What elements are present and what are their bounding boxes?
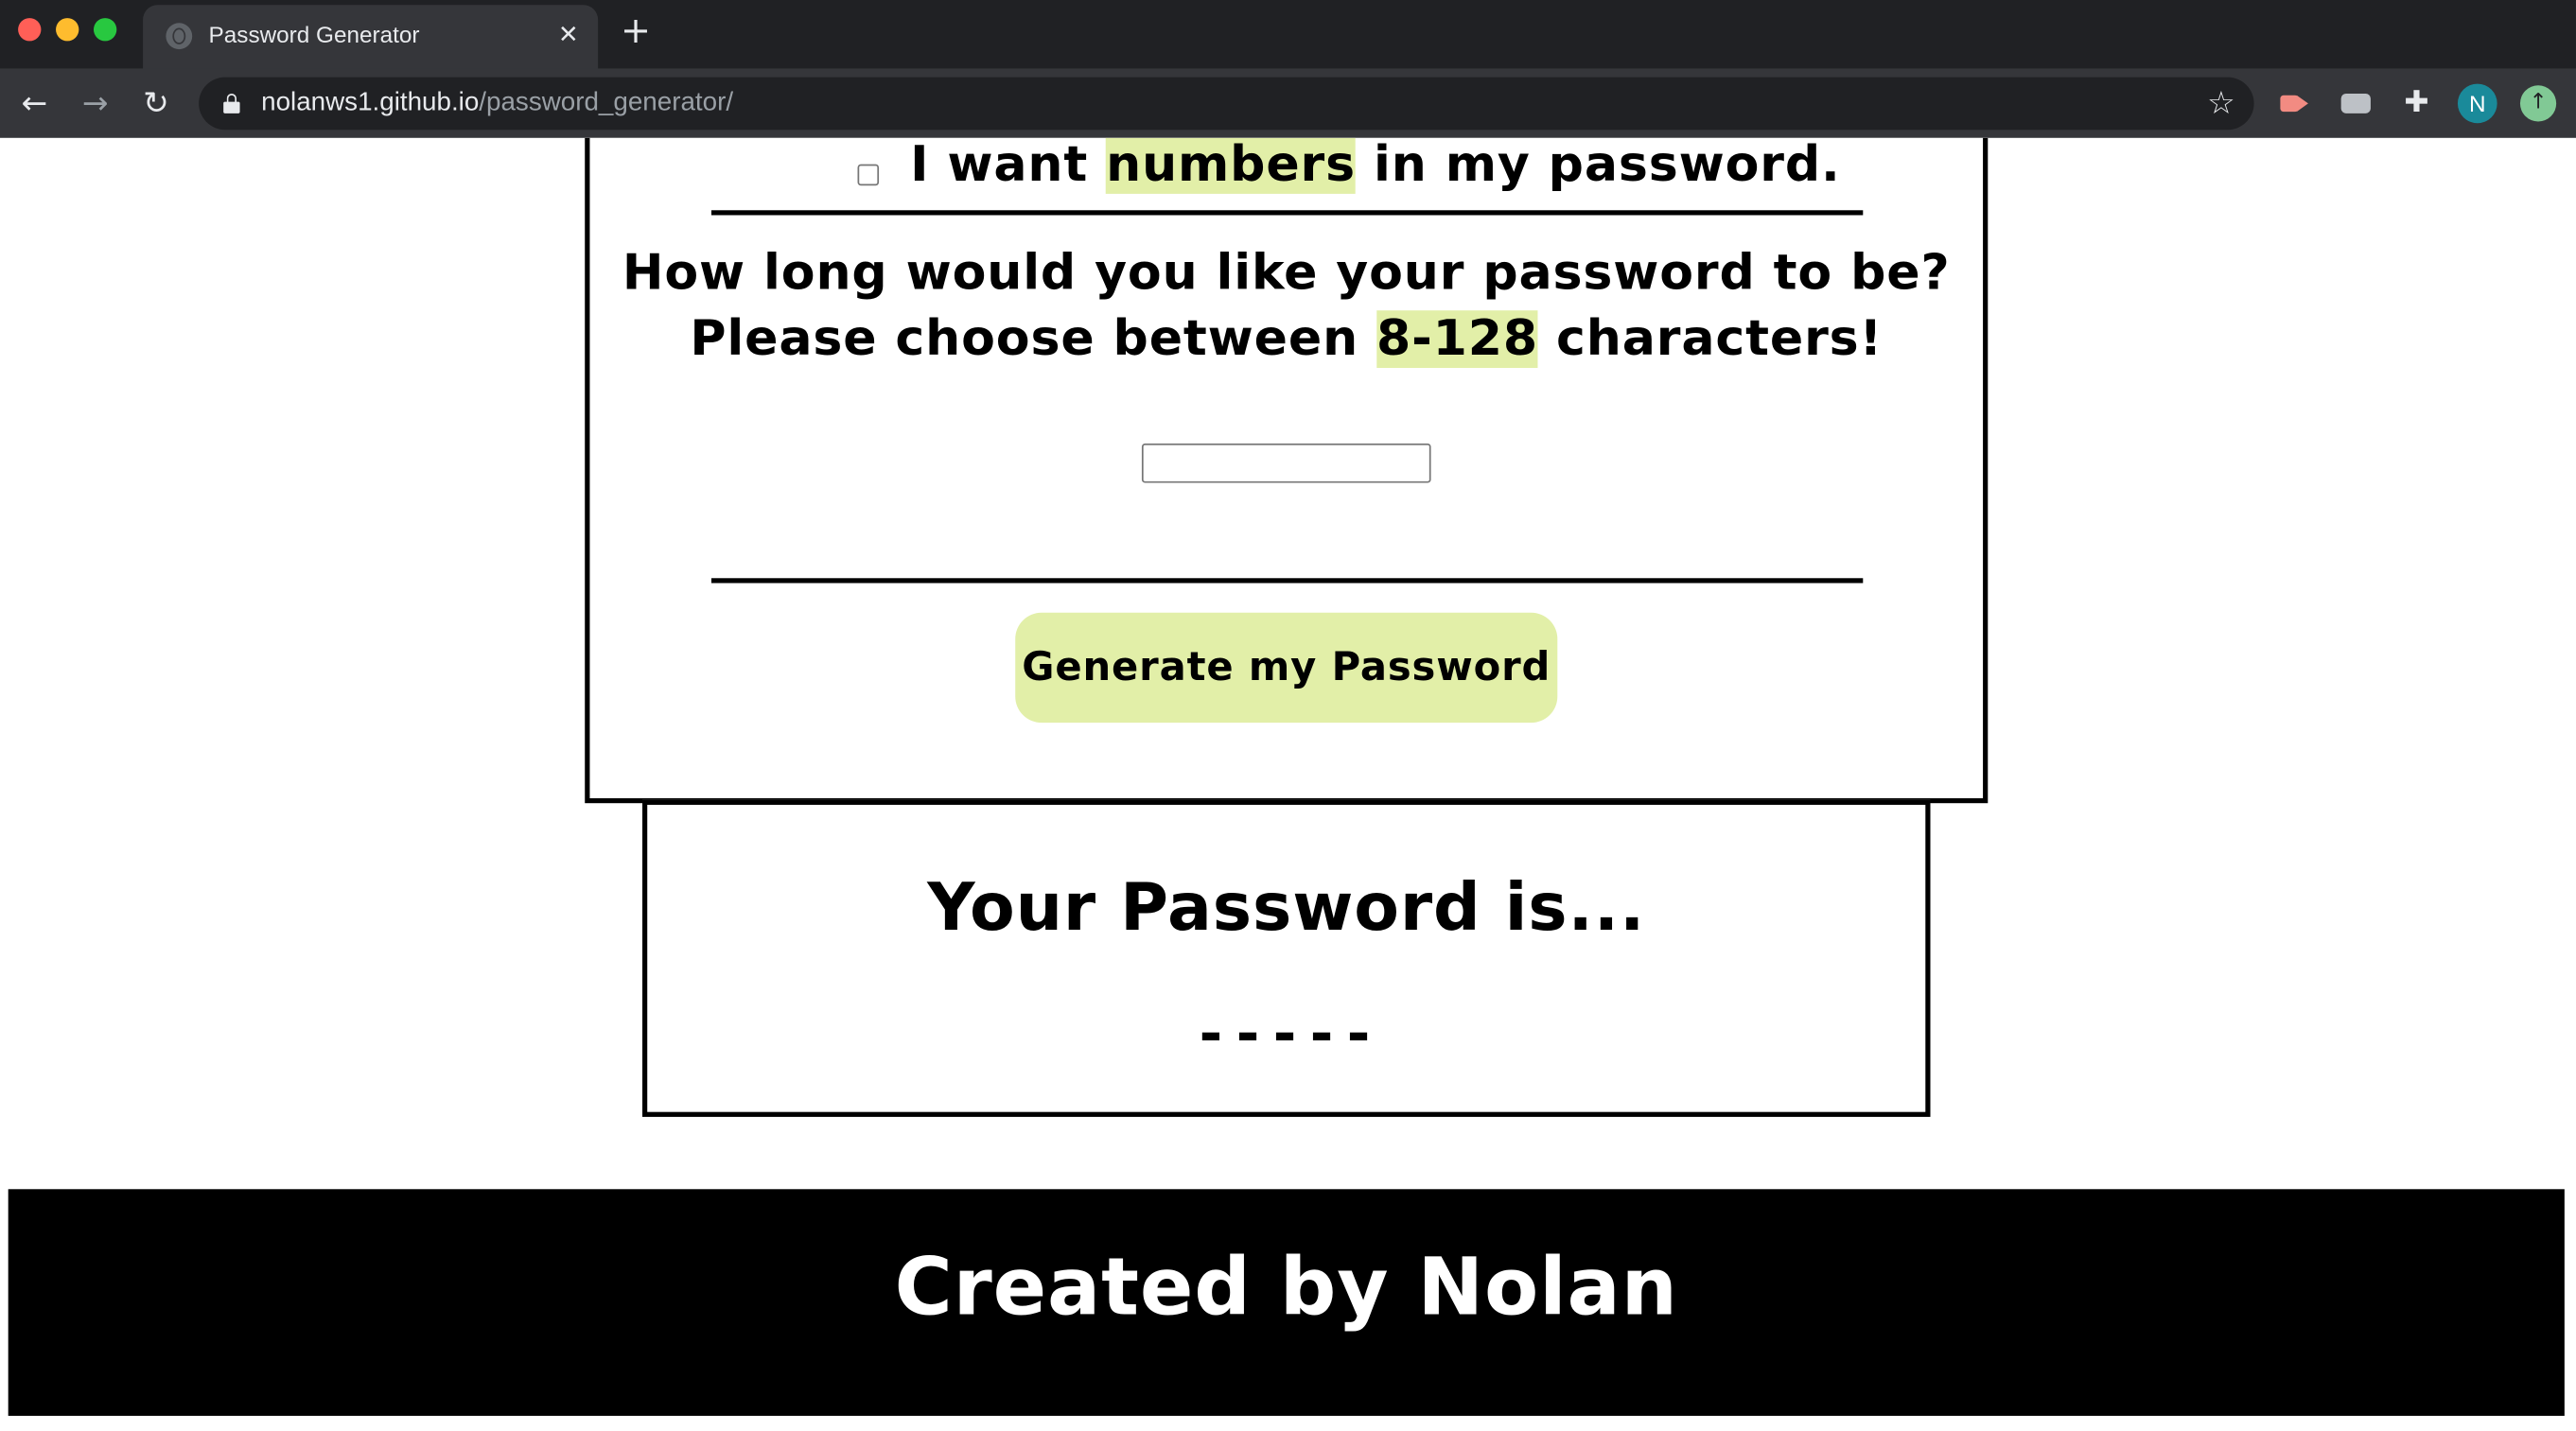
length-question-prefix: Please choose between <box>690 310 1377 368</box>
forward-arrow-icon[interactable]: → <box>76 84 115 124</box>
length-question-line2: Please choose between 8-128 characters! <box>589 307 1983 373</box>
browser-titlebar: Password Generator ✕ + <box>0 0 2576 69</box>
length-range-highlight: 8-128 <box>1376 310 1539 368</box>
tab-close-icon[interactable]: ✕ <box>552 18 585 51</box>
gamepad-extension-icon[interactable] <box>2336 84 2375 124</box>
screen: Password Generator ✕ + ← → ↻ nolanws1.gi… <box>0 0 2576 1429</box>
back-arrow-icon[interactable]: ← <box>15 84 55 124</box>
close-window-button[interactable] <box>18 18 42 42</box>
browser-toolbar: ← → ↻ nolanws1.github.io/password_genera… <box>0 68 2576 138</box>
new-tab-button[interactable]: + <box>618 14 654 51</box>
numbers-criteria-label[interactable]: I want numbers in my password. <box>910 137 1841 194</box>
reload-icon[interactable]: ↻ <box>136 84 176 124</box>
url-text[interactable]: nolanws1.github.io/password_generator/ <box>261 89 733 118</box>
generated-password-value: ----- <box>1194 1002 1379 1068</box>
globe-icon <box>166 23 193 50</box>
section-divider <box>710 578 1864 584</box>
password-result-card: Your Password is... ----- <box>642 799 1931 1117</box>
minimize-window-button[interactable] <box>56 18 79 42</box>
length-question-line1: How long would you like your password to… <box>622 244 1951 303</box>
numbers-label-suffix: in my password. <box>1355 137 1841 194</box>
tab-title: Password Generator <box>208 21 420 48</box>
length-question-suffix: characters! <box>1538 310 1884 368</box>
generate-password-button[interactable]: Generate my Password <box>1015 612 1558 724</box>
screen-recorder-extension-icon[interactable] <box>2275 84 2315 124</box>
maximize-window-button[interactable] <box>93 18 117 42</box>
numbers-label-prefix: I want <box>910 137 1107 194</box>
length-question: How long would you like your password to… <box>589 241 1983 373</box>
section-divider <box>710 210 1864 216</box>
numbers-checkbox[interactable] <box>857 164 880 186</box>
address-bar[interactable]: nolanws1.github.io/password_generator/ ☆ <box>199 77 2254 131</box>
bookmark-star-icon[interactable]: ☆ <box>2201 84 2241 124</box>
page-footer: Created by Nolan <box>8 1189 2565 1416</box>
generator-form-card: I want numbers in my password. How long … <box>585 137 1989 804</box>
profile-avatar[interactable]: N <box>2457 83 2497 124</box>
footer-credit: Created by Nolan <box>894 1241 1678 1335</box>
url-path: /password_generator/ <box>479 88 734 117</box>
numbers-criteria-row: I want numbers in my password. <box>589 137 1983 203</box>
password-length-input[interactable] <box>1141 443 1431 483</box>
puzzle-extensions-icon[interactable]: ✚ <box>2397 84 2437 124</box>
update-arrow-icon[interactable]: ↑ <box>2519 85 2557 122</box>
lock-icon[interactable] <box>223 93 240 113</box>
url-host: nolanws1.github.io <box>261 88 480 117</box>
page-viewport: I want numbers in my password. How long … <box>0 137 2576 1429</box>
browser-tab[interactable]: Password Generator ✕ <box>143 5 599 69</box>
result-title: Your Password is... <box>927 870 1646 947</box>
numbers-label-highlight: numbers <box>1106 137 1356 194</box>
